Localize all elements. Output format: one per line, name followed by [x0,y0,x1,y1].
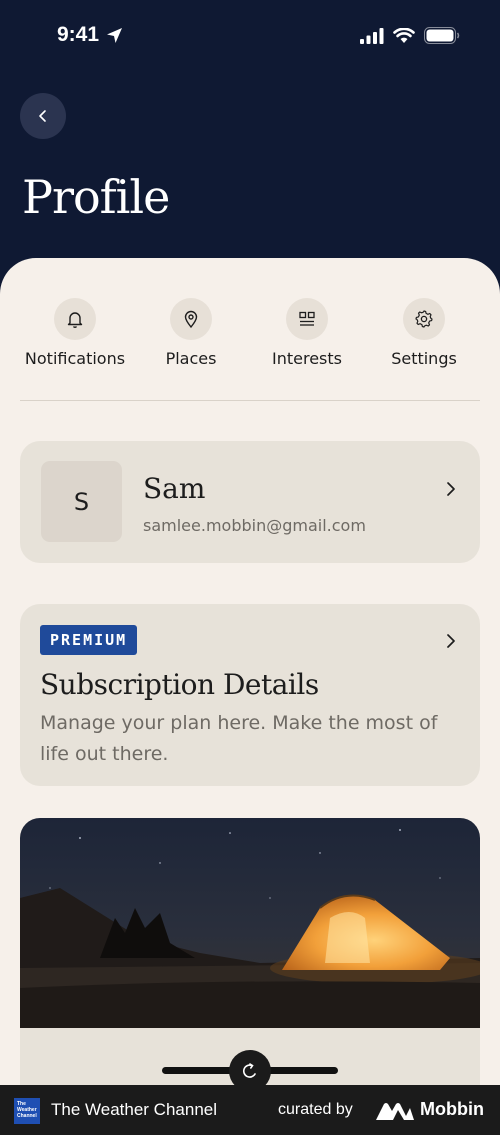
app-brand-name: The Weather Channel [51,1100,218,1119]
page-title: Profile [22,170,170,224]
subscription-description: Manage your plan here. Make the most of … [40,712,438,765]
status-icons [360,27,460,44]
footer-bar: The Weather Channel The Weather Channel … [0,1085,500,1135]
mobbin-logo-icon [376,1103,414,1120]
status-bar: 9:41 [0,0,500,75]
subscription-title: Subscription Details [40,668,319,701]
quick-link-interests[interactable]: Interests [242,298,372,368]
status-time: 9:41 [57,23,100,46]
quick-link-label: Settings [391,349,457,368]
quick-link-notifications[interactable]: Notifications [10,298,140,368]
gear-icon [415,310,433,328]
premium-badge: PREMIUM [40,625,138,655]
back-button[interactable] [20,93,66,139]
quick-link-label: Interests [272,349,342,368]
curated-by-label: curated by [278,1101,353,1118]
grid-icon [299,311,315,326]
mobbin-brand-name: Mobbin [420,1099,484,1119]
refresh-icon [242,1063,256,1078]
wifi-icon [393,27,415,43]
profile-sheet: Notifications Places Interests Settings … [0,258,500,1135]
avatar: S [41,461,122,542]
chevron-right-icon [447,482,455,496]
location-pin-icon [184,310,198,329]
quick-links: Notifications Places Interests Settings [0,298,500,378]
chevron-right-icon [447,634,455,648]
quick-link-label: Places [165,349,217,368]
weather-channel-logo: The Weather Channel [14,1098,40,1124]
user-email: samlee.mobbin@gmail.com [143,516,366,535]
camping-tent-image [20,818,480,1028]
signal-icon [360,27,384,44]
subscription-card[interactable]: PREMIUM Subscription Details Manage your… [20,604,480,786]
user-name: Sam [143,472,206,505]
profile-card[interactable]: S Sam samlee.mobbin@gmail.com [20,441,480,563]
chevron-left-icon [39,110,46,122]
divider [20,400,480,401]
quick-link-places[interactable]: Places [126,298,256,368]
location-arrow-icon [107,28,122,43]
battery-icon [424,27,460,44]
quick-link-settings[interactable]: Settings [359,298,489,368]
bell-icon [67,312,83,328]
quick-link-label: Notifications [24,349,126,368]
